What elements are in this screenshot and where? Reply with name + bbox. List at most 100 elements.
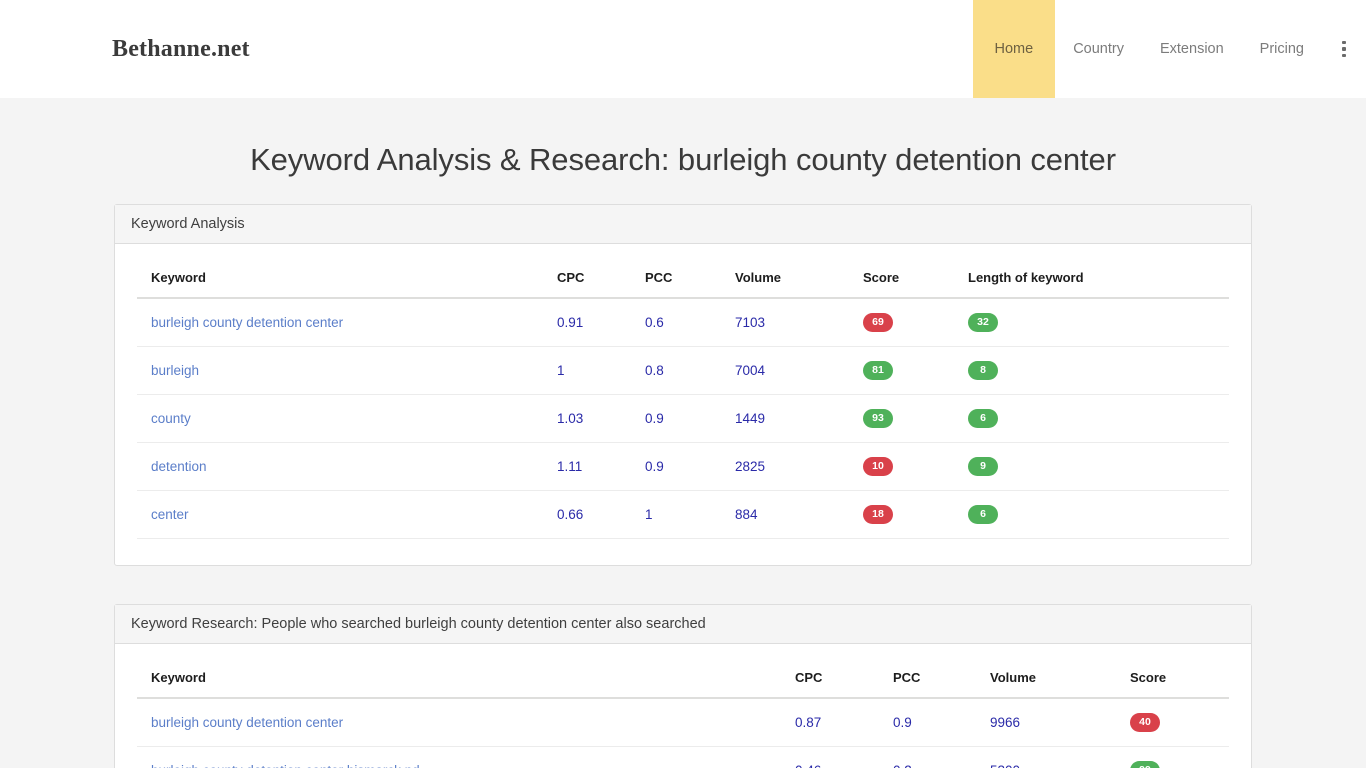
column-header-keyword: Keyword bbox=[137, 644, 795, 699]
nav-item-home[interactable]: Home bbox=[972, 0, 1056, 98]
cell-cpc: 1 bbox=[557, 346, 645, 395]
cell-keyword: burleigh county detention center bbox=[137, 298, 557, 347]
cell-score: 93 bbox=[863, 394, 968, 443]
column-header-score: Score bbox=[1130, 644, 1229, 699]
table-row: center 0.66 1 884 18 6 bbox=[137, 490, 1229, 539]
keyword-analysis-card-header: Keyword Analysis bbox=[115, 205, 1251, 244]
cell-keyword: burleigh bbox=[137, 346, 557, 395]
score-badge: 93 bbox=[863, 409, 893, 428]
score-badge: 40 bbox=[1130, 713, 1160, 732]
length-badge: 32 bbox=[968, 313, 998, 332]
cell-score: 10 bbox=[863, 442, 968, 491]
cell-length: 6 bbox=[968, 490, 1229, 539]
kebab-dots bbox=[1342, 40, 1346, 58]
cell-score: 69 bbox=[863, 298, 968, 347]
score-badge: 10 bbox=[863, 457, 893, 476]
cell-cpc: 1.11 bbox=[557, 442, 645, 491]
cell-pcc: 0.9 bbox=[645, 394, 735, 443]
table-row: detention 1.11 0.9 2825 10 9 bbox=[137, 442, 1229, 491]
keyword-analysis-card-body: Keyword CPC PCC Volume Score Length of k… bbox=[115, 244, 1251, 565]
table-head: Keyword CPC PCC Volume Score bbox=[137, 644, 1229, 699]
table-row: burleigh county detention center 0.91 0.… bbox=[137, 298, 1229, 347]
nav-item-extension[interactable]: Extension bbox=[1142, 0, 1242, 98]
length-badge: 6 bbox=[968, 409, 998, 428]
column-header-length: Length of keyword bbox=[968, 244, 1229, 299]
keyword-research-card-body: Keyword CPC PCC Volume Score burleigh co… bbox=[115, 644, 1251, 768]
cell-score: 40 bbox=[1130, 698, 1229, 747]
nav-item-country[interactable]: Country bbox=[1055, 0, 1142, 98]
table-body: burleigh county detention center 0.87 0.… bbox=[137, 698, 1229, 768]
table-row: burleigh county detention center bismarc… bbox=[137, 746, 1229, 768]
cell-volume: 5300 bbox=[990, 746, 1130, 768]
cell-volume: 884 bbox=[735, 490, 863, 539]
table-body: burleigh county detention center 0.91 0.… bbox=[137, 298, 1229, 539]
cell-cpc: 0.87 bbox=[795, 698, 893, 747]
cell-keyword: center bbox=[137, 490, 557, 539]
length-badge: 9 bbox=[968, 457, 998, 476]
score-badge: 18 bbox=[863, 505, 893, 524]
cell-score: 81 bbox=[863, 346, 968, 395]
keyword-link[interactable]: center bbox=[151, 507, 189, 522]
keyword-research-card: Keyword Research: People who searched bu… bbox=[114, 604, 1252, 768]
table-header-row: Keyword CPC PCC Volume Score bbox=[137, 644, 1229, 699]
cell-volume: 1449 bbox=[735, 394, 863, 443]
keyword-link[interactable]: county bbox=[151, 411, 191, 426]
main-navigation: Home Country Extension Pricing bbox=[972, 0, 1366, 98]
column-header-cpc: CPC bbox=[795, 644, 893, 699]
score-badge: 99 bbox=[1130, 761, 1160, 768]
keyword-analysis-card: Keyword Analysis Keyword CPC PCC Volume … bbox=[114, 204, 1252, 566]
table-head: Keyword CPC PCC Volume Score Length of k… bbox=[137, 244, 1229, 299]
keyword-link[interactable]: detention bbox=[151, 459, 207, 474]
cell-pcc: 1 bbox=[645, 490, 735, 539]
keyword-research-table: Keyword CPC PCC Volume Score burleigh co… bbox=[137, 644, 1229, 768]
cell-length: 8 bbox=[968, 346, 1229, 395]
cell-keyword: burleigh county detention center bbox=[137, 698, 795, 747]
score-badge: 81 bbox=[863, 361, 893, 380]
keyword-link[interactable]: burleigh bbox=[151, 363, 199, 378]
site-header: Bethanne.net Home Country Extension Pric… bbox=[0, 0, 1366, 98]
keyword-link[interactable]: burleigh county detention center bbox=[151, 315, 343, 330]
cell-volume: 9966 bbox=[990, 698, 1130, 747]
content-container: Keyword Analysis Keyword CPC PCC Volume … bbox=[114, 204, 1252, 768]
cell-score: 99 bbox=[1130, 746, 1229, 768]
keyword-link[interactable]: burleigh county detention center bismarc… bbox=[151, 763, 420, 768]
cell-keyword: detention bbox=[137, 442, 557, 491]
cell-cpc: 0.91 bbox=[557, 298, 645, 347]
column-header-volume: Volume bbox=[990, 644, 1130, 699]
cell-pcc: 0.9 bbox=[645, 442, 735, 491]
cell-keyword: burleigh county detention center bismarc… bbox=[137, 746, 795, 768]
page-title: Keyword Analysis & Research: burleigh co… bbox=[250, 142, 1116, 177]
column-header-score: Score bbox=[863, 244, 968, 299]
column-header-volume: Volume bbox=[735, 244, 863, 299]
cell-volume: 7004 bbox=[735, 346, 863, 395]
column-header-pcc: PCC bbox=[893, 644, 990, 699]
cell-pcc: 0.6 bbox=[645, 298, 735, 347]
cell-pcc: 0.2 bbox=[893, 746, 990, 768]
cell-cpc: 1.03 bbox=[557, 394, 645, 443]
cell-length: 9 bbox=[968, 442, 1229, 491]
column-header-cpc: CPC bbox=[557, 244, 645, 299]
cell-keyword: county bbox=[137, 394, 557, 443]
length-badge: 8 bbox=[968, 361, 998, 380]
cell-length: 6 bbox=[968, 394, 1229, 443]
keyword-link[interactable]: burleigh county detention center bbox=[151, 715, 343, 730]
nav-item-pricing[interactable]: Pricing bbox=[1242, 0, 1322, 98]
cell-volume: 2825 bbox=[735, 442, 863, 491]
keyword-analysis-table: Keyword CPC PCC Volume Score Length of k… bbox=[137, 244, 1229, 539]
column-header-keyword: Keyword bbox=[137, 244, 557, 299]
page-body: Keyword Analysis & Research: burleigh co… bbox=[0, 98, 1366, 768]
keyword-research-card-header: Keyword Research: People who searched bu… bbox=[115, 605, 1251, 644]
cell-pcc: 0.8 bbox=[645, 346, 735, 395]
table-row: burleigh 1 0.8 7004 81 8 bbox=[137, 346, 1229, 395]
cell-volume: 7103 bbox=[735, 298, 863, 347]
table-row: burleigh county detention center 0.87 0.… bbox=[137, 698, 1229, 747]
cell-cpc: 0.46 bbox=[795, 746, 893, 768]
cell-cpc: 0.66 bbox=[557, 490, 645, 539]
cell-length: 32 bbox=[968, 298, 1229, 347]
length-badge: 6 bbox=[968, 505, 998, 524]
cell-score: 18 bbox=[863, 490, 968, 539]
score-badge: 69 bbox=[863, 313, 893, 332]
site-logo[interactable]: Bethanne.net bbox=[112, 36, 250, 63]
column-header-pcc: PCC bbox=[645, 244, 735, 299]
kebab-menu-icon[interactable] bbox=[1322, 0, 1366, 98]
